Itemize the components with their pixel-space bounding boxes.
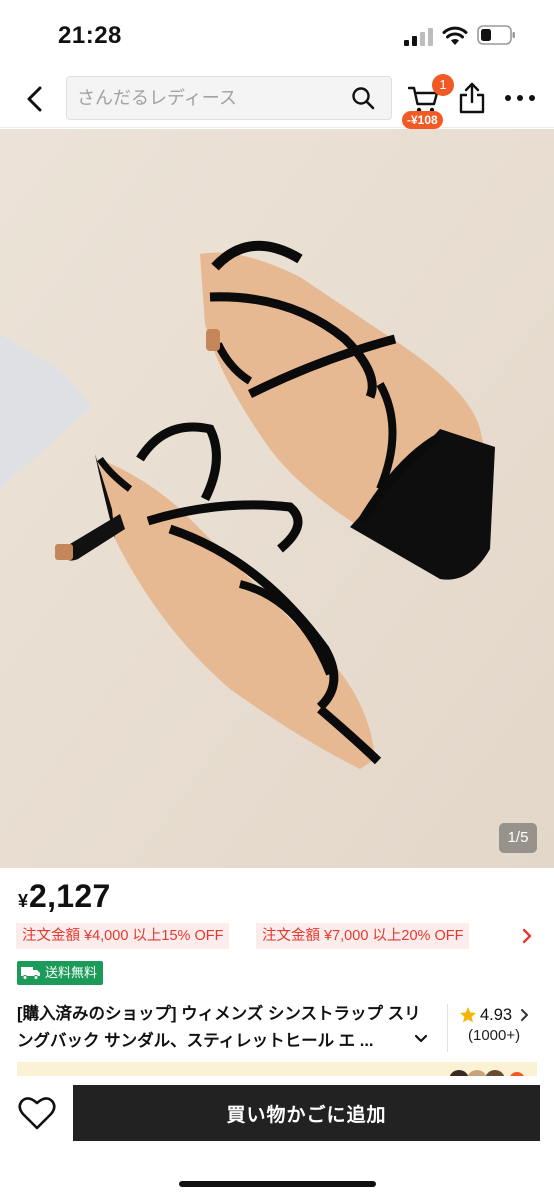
product-image-gallery[interactable] <box>0 129 554 868</box>
shipping-label: 送料無料 <box>45 965 98 980</box>
cart-button[interactable]: 1 -¥108 <box>402 74 454 129</box>
share-icon[interactable] <box>458 82 486 114</box>
heart-icon[interactable] <box>18 1095 56 1131</box>
product-price: ¥ 2,127 <box>18 878 111 918</box>
top-navigation-bar: 1 -¥108 <box>0 70 554 129</box>
more-icon[interactable] <box>503 90 537 106</box>
home-indicator[interactable] <box>179 1181 376 1187</box>
search-icon[interactable] <box>351 86 375 110</box>
coupon-tag[interactable]: 注文金額 ¥4,000 以上15% OFF <box>16 923 230 949</box>
cart-count-badge: 1 <box>432 74 454 96</box>
free-shipping-badge: 送料無料 <box>17 961 104 985</box>
status-time: 21:28 <box>58 22 122 49</box>
rating-summary[interactable]: 4.93 <box>459 1003 539 1027</box>
status-bar: 21:28 <box>0 0 554 70</box>
chevron-right-icon <box>521 1009 529 1021</box>
product-photo-sandals <box>0 129 554 868</box>
product-title[interactable]: [購入済みのショップ] ウィメンズ シンストラップ スリングバック サンダル、ス… <box>17 1001 431 1055</box>
bottom-action-bar: 買い物かごに追加 <box>0 1076 554 1199</box>
back-chevron-icon <box>27 86 42 112</box>
back-button[interactable] <box>20 82 50 116</box>
rating-score: 4.93 <box>480 1005 513 1024</box>
image-counter: 1/5 <box>499 823 537 853</box>
divider <box>447 1004 448 1052</box>
price-currency: ¥ <box>18 891 29 911</box>
chevron-down-icon[interactable] <box>414 1034 428 1044</box>
truck-icon <box>21 967 40 980</box>
star-icon <box>460 1007 476 1023</box>
search-input[interactable] <box>77 77 343 119</box>
battery-icon <box>477 25 515 45</box>
search-bar[interactable] <box>66 76 392 120</box>
cart-discount-badge: -¥108 <box>402 111 443 129</box>
add-to-cart-button[interactable]: 買い物かごに追加 <box>73 1085 540 1141</box>
review-count[interactable]: (1000+) <box>468 1027 520 1044</box>
cellular-signal-icon <box>404 28 433 46</box>
coupon-tag[interactable]: 注文金額 ¥7,000 以上20% OFF <box>256 923 470 949</box>
coupon-row[interactable]: 注文金額 ¥4,000 以上15% OFF 注文金額 ¥7,000 以上20% … <box>16 923 540 951</box>
chevron-right-icon[interactable] <box>520 927 534 945</box>
wifi-icon <box>442 26 468 45</box>
price-amount: 2,127 <box>29 878 111 914</box>
